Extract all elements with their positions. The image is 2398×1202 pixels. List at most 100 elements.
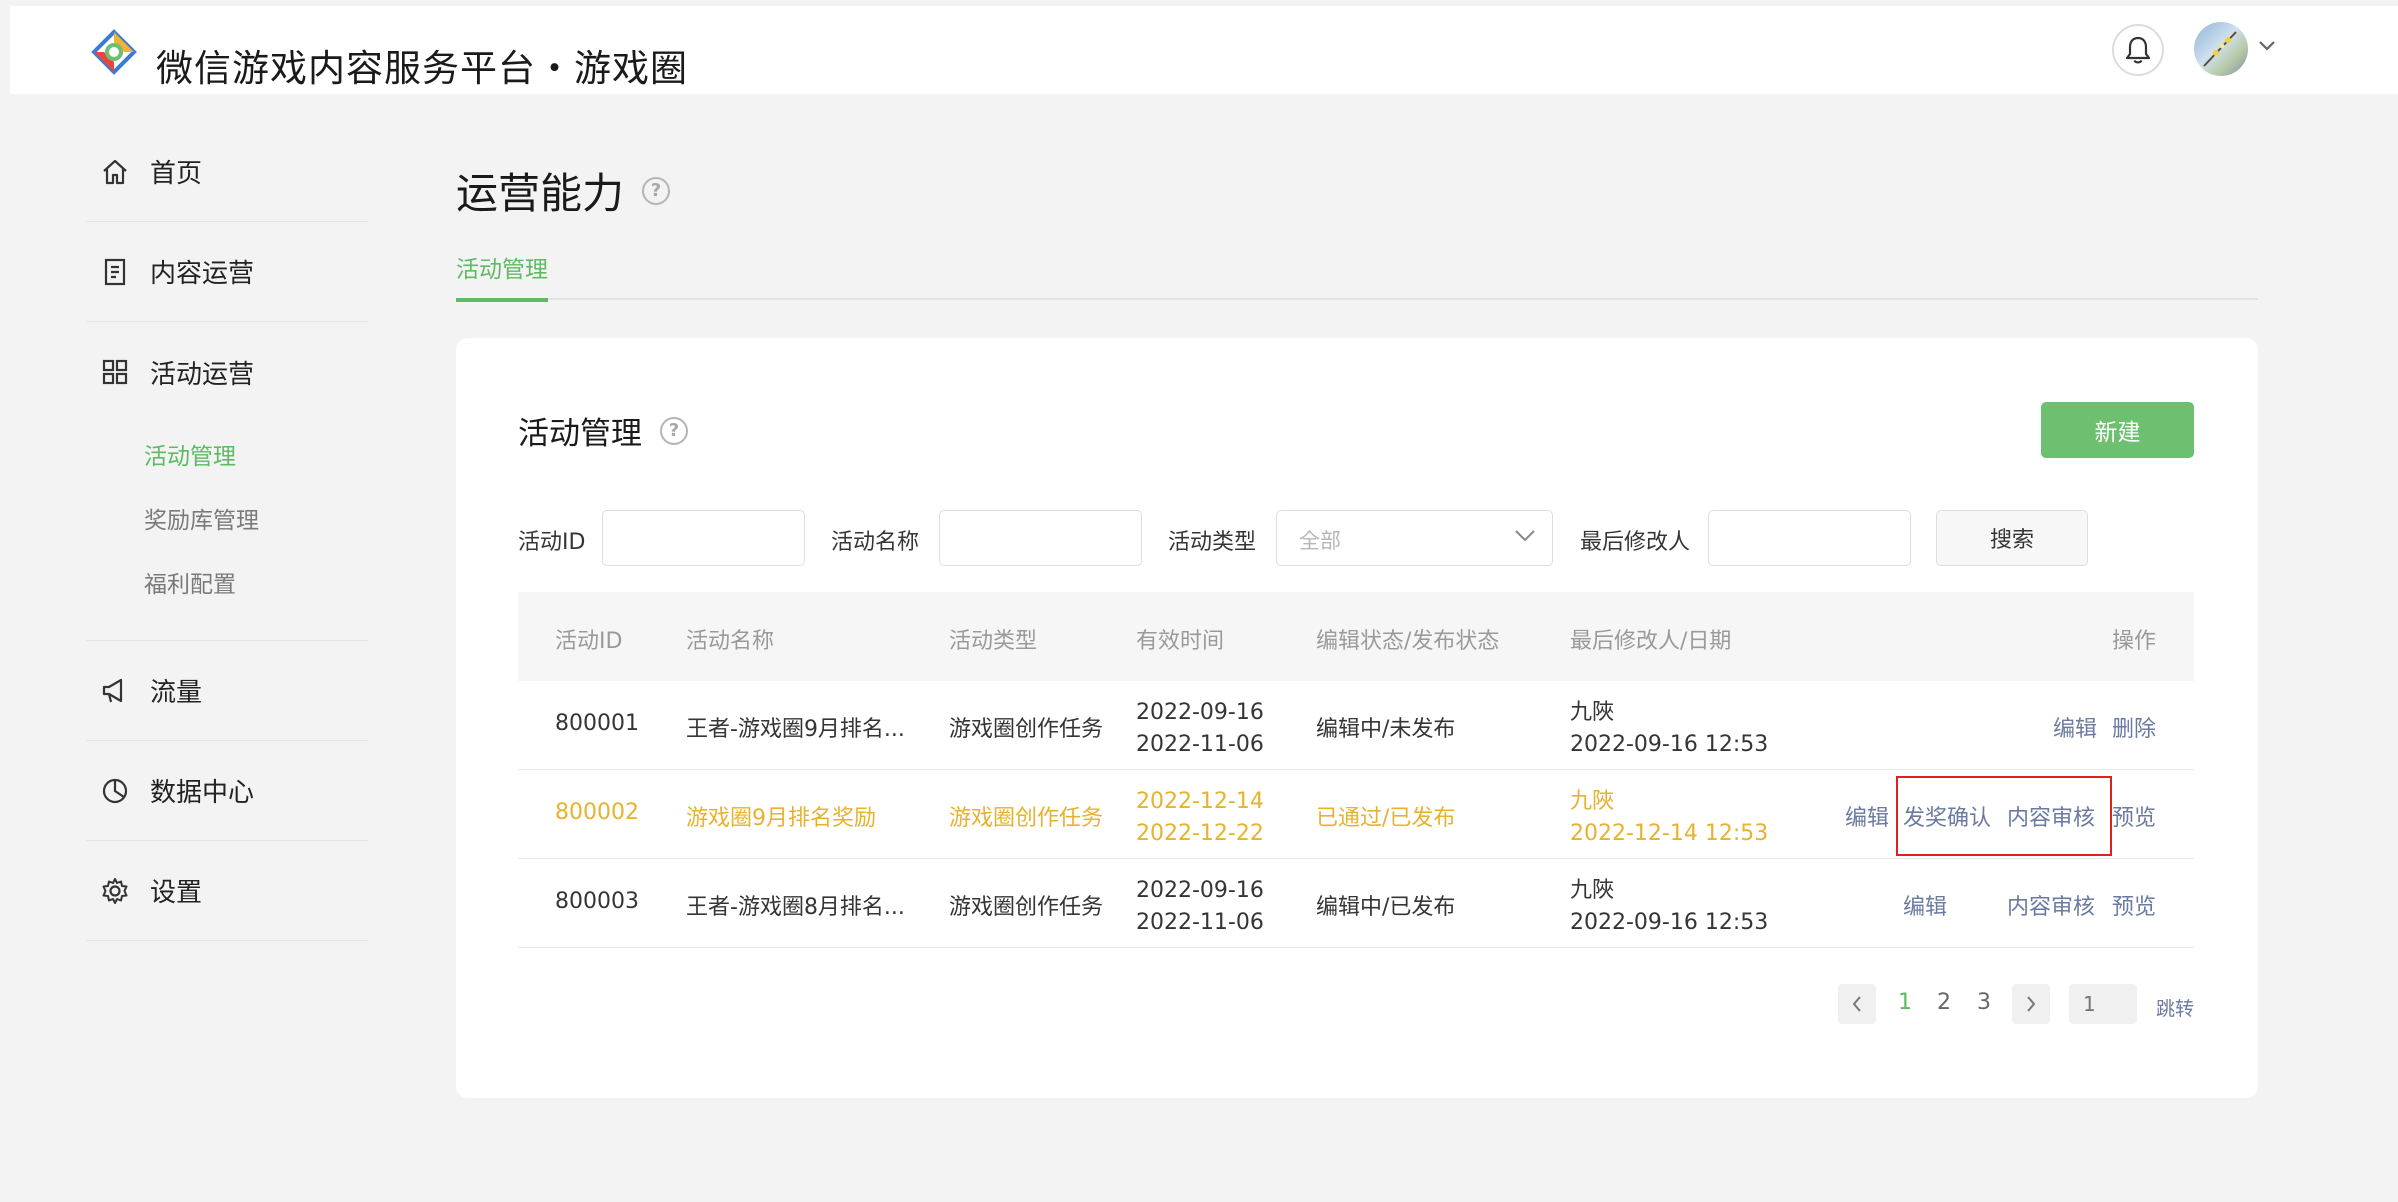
page-title: 运营能力 ? — [456, 160, 671, 221]
cell-status: 编辑中/已发布 — [1316, 895, 1456, 920]
cell-end: 2022-11-06 — [1136, 910, 1264, 935]
page-number-3[interactable]: 3 — [1977, 990, 1991, 1015]
select-value: 全部 — [1299, 529, 1341, 553]
prev-page-button[interactable] — [1838, 984, 1876, 1024]
activity-type-select[interactable]: 全部 — [1276, 510, 1553, 566]
sidebar-group-activity: 活动运营 活动管理 奖励库管理 福利配置 — [86, 322, 368, 641]
sidebar-item-label: 设置 — [150, 878, 203, 908]
card-title: 活动管理 ? — [518, 408, 688, 453]
column-header: 活动名称 — [686, 629, 775, 654]
activity-name-input[interactable] — [939, 510, 1142, 566]
cell-start: 2022-12-14 — [1136, 789, 1264, 814]
sidebar-item-label: 内容运营 — [150, 259, 255, 289]
cell-editor: 九陜 — [1570, 789, 1615, 814]
cell-editor: 九陜 — [1570, 700, 1615, 725]
page-jump-button[interactable]: 跳转 — [2156, 994, 2194, 1021]
app-logo-icon — [91, 29, 137, 75]
page-title-text: 运营能力 — [456, 169, 625, 218]
page-number-2[interactable]: 2 — [1937, 990, 1951, 1015]
cell-editor-date: 九陜 2022-09-16 12:53 — [1570, 697, 1768, 761]
sidebar: 首页 内容运营 活动运营 活动管理 奖励库管理 福利配置 流量 数据中心 设置 — [86, 122, 368, 941]
cell-type: 游戏圈创作任务 — [949, 717, 1104, 742]
cell-editor: 九陜 — [1570, 878, 1615, 903]
filter-label-type: 活动类型 — [1168, 530, 1257, 555]
cell-id: 800003 — [555, 889, 639, 914]
cell-name: 王者-游戏圈8月排名... — [686, 895, 905, 920]
filter-label-id: 活动ID — [518, 530, 586, 555]
cell-status: 已通过/已发布 — [1316, 806, 1456, 831]
search-button[interactable]: 搜索 — [1936, 510, 2088, 566]
cell-start: 2022-09-16 — [1136, 878, 1264, 903]
sidebar-item-home[interactable]: 首页 — [86, 122, 368, 222]
filter-label-name: 活动名称 — [831, 530, 920, 555]
help-icon[interactable]: ? — [642, 176, 671, 205]
cell-date: 2022-12-14 12:53 — [1570, 821, 1769, 846]
sidebar-item-content[interactable]: 内容运营 — [86, 222, 368, 322]
last-editor-input[interactable] — [1708, 510, 1911, 566]
filter-bar: 活动ID 活动名称 活动类型 全部 最后修改人 搜索 — [518, 510, 2218, 566]
sidebar-item-label: 首页 — [150, 159, 203, 189]
chevron-down-icon[interactable] — [2258, 40, 2276, 52]
activity-id-input[interactable] — [602, 510, 805, 566]
cell-id: 800002 — [555, 800, 639, 825]
table-row: 800003 王者-游戏圈8月排名... 游戏圈创作任务 2022-09-16 2… — [518, 859, 2194, 948]
page-jump-input[interactable] — [2069, 984, 2137, 1024]
chevron-left-icon — [1852, 996, 1861, 1012]
sidebar-item-traffic[interactable]: 流量 — [86, 641, 368, 741]
sidebar-subitem-reward-library[interactable]: 奖励库管理 — [86, 486, 368, 550]
chevron-down-icon — [1515, 530, 1535, 542]
megaphone-icon — [100, 676, 130, 706]
next-page-button[interactable] — [2012, 984, 2050, 1024]
grid-icon — [100, 357, 130, 387]
cell-period: 2022-12-14 2022-12-22 — [1136, 786, 1264, 850]
cell-date: 2022-09-16 12:53 — [1570, 732, 1769, 757]
cell-date: 2022-09-16 12:53 — [1570, 910, 1769, 935]
cell-name: 游戏圈9月排名奖励 — [686, 806, 876, 831]
tab-bar: 活动管理 — [456, 230, 2258, 302]
sidebar-item-settings[interactable]: 设置 — [86, 841, 368, 941]
cell-start: 2022-09-16 — [1136, 700, 1264, 725]
cell-type: 游戏圈创作任务 — [949, 895, 1104, 920]
pie-chart-icon — [100, 776, 130, 806]
user-avatar[interactable] — [2194, 22, 2248, 76]
sidebar-subitem-welfare-config[interactable]: 福利配置 — [86, 550, 368, 614]
sidebar-item-label: 流量 — [150, 678, 203, 708]
cell-id: 800001 — [555, 711, 639, 736]
top-bar: 微信游戏内容服务平台・游戏圈 — [10, 6, 2398, 94]
annotation-highlight-box — [1896, 776, 2112, 856]
column-header: 活动ID — [555, 629, 623, 654]
cell-period: 2022-09-16 2022-11-06 — [1136, 875, 1264, 939]
chevron-right-icon — [2027, 996, 2036, 1012]
new-button[interactable]: 新建 — [2041, 402, 2194, 458]
sidebar-item-data-center[interactable]: 数据中心 — [86, 741, 368, 841]
column-header: 编辑状态/发布状态 — [1316, 629, 1500, 654]
edit-link[interactable]: 编辑 — [1845, 800, 1889, 832]
preview-link[interactable]: 预览 — [2112, 889, 2156, 921]
help-icon[interactable]: ? — [660, 416, 688, 445]
table-header: 活动ID 活动名称 活动类型 有效时间 编辑状态/发布状态 最后修改人/日期 操… — [518, 592, 2194, 681]
brand-title: 微信游戏内容服务平台・游戏圈 — [156, 47, 688, 90]
activity-table: 活动ID 活动名称 活动类型 有效时间 编辑状态/发布状态 最后修改人/日期 操… — [518, 592, 2194, 948]
avatar-image — [2203, 31, 2237, 67]
column-header: 有效时间 — [1136, 629, 1225, 654]
preview-link[interactable]: 预览 — [2112, 800, 2156, 832]
edit-link[interactable]: 编辑 — [1903, 889, 1947, 921]
column-header: 活动类型 — [949, 629, 1038, 654]
tab-activity-manage[interactable]: 活动管理 — [456, 250, 548, 302]
cell-editor-date: 九陜 2022-12-14 12:53 — [1570, 786, 1768, 850]
notification-button[interactable] — [2112, 24, 2164, 76]
delete-link[interactable]: 删除 — [2112, 711, 2156, 743]
cell-type: 游戏圈创作任务 — [949, 806, 1104, 831]
cell-status: 编辑中/未发布 — [1316, 717, 1456, 742]
table-row: 800001 王者-游戏圈9月排名... 游戏圈创作任务 2022-09-16 2… — [518, 681, 2194, 770]
page-number-1[interactable]: 1 — [1898, 990, 1912, 1015]
content-review-link[interactable]: 内容审核 — [2007, 889, 2095, 921]
cell-name: 王者-游戏圈9月排名... — [686, 717, 905, 742]
filter-label-editor: 最后修改人 — [1580, 530, 1691, 555]
bell-icon — [2125, 36, 2151, 64]
edit-link[interactable]: 编辑 — [2053, 711, 2097, 743]
activity-card: 活动管理 ? 新建 活动ID 活动名称 活动类型 全部 最后修改人 搜索 活动I… — [456, 338, 2258, 1098]
cell-end: 2022-11-06 — [1136, 732, 1264, 757]
sidebar-subitem-activity-manage[interactable]: 活动管理 — [86, 422, 368, 486]
sidebar-item-activity[interactable]: 活动运营 — [86, 322, 368, 422]
